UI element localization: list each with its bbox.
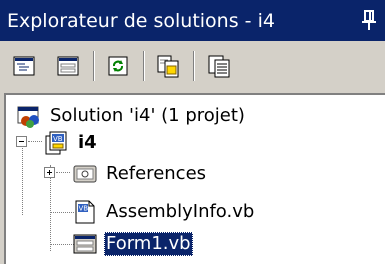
expand-expander[interactable]: [44, 167, 55, 178]
view-code-button[interactable]: [8, 51, 40, 81]
tree-line: [50, 212, 74, 213]
refresh-button[interactable]: [102, 51, 134, 81]
vb-project-icon: VB: [44, 130, 70, 156]
pushpin-icon[interactable]: [359, 8, 379, 32]
tree-line: [50, 244, 74, 245]
tree-node-assemblyinfo[interactable]: VB AssemblyInfo.vb: [72, 197, 256, 227]
form-icon: [72, 231, 98, 257]
solution-tree: Solution 'i4' (1 projet) VB i4 Reference…: [4, 93, 385, 264]
tree-node-references[interactable]: References: [72, 159, 208, 189]
view-designer-icon: [57, 56, 79, 76]
assemblyinfo-label: AssemblyInfo.vb: [106, 201, 255, 222]
tree-line: [56, 172, 70, 173]
solution-label: Solution 'i4' (1 projet): [50, 105, 245, 126]
toolbar-separator: [143, 51, 145, 81]
svg-text:VB: VB: [53, 135, 63, 143]
toolbar-separator: [93, 51, 95, 81]
toolbar-separator: [193, 51, 195, 81]
refresh-icon: [107, 55, 129, 77]
solution-explorer-panel: Explorateur de solutions - i4 Solution '…: [0, 0, 385, 264]
tree-line: [22, 141, 23, 215]
collapse-expander[interactable]: [16, 136, 27, 147]
tree-node-solution[interactable]: Solution 'i4' (1 projet): [16, 101, 247, 131]
view-designer-button[interactable]: [52, 51, 84, 81]
properties-icon: [207, 54, 231, 78]
svg-text:VB: VB: [79, 205, 89, 213]
tree-node-form1[interactable]: Form1.vb: [72, 229, 193, 259]
tree-line: [28, 141, 42, 142]
form1-label: Form1.vb: [104, 232, 193, 256]
view-code-icon: [13, 56, 35, 76]
vb-file-icon: VB: [72, 199, 98, 225]
toolbar: [0, 41, 385, 91]
solution-icon: [16, 103, 42, 129]
show-all-files-icon: [156, 54, 180, 78]
title-bar[interactable]: Explorateur de solutions - i4: [0, 0, 385, 41]
references-label: References: [106, 163, 207, 184]
properties-button[interactable]: [203, 51, 235, 81]
project-label: i4: [78, 132, 97, 153]
references-icon: [72, 161, 98, 187]
panel-title: Explorateur de solutions - i4: [7, 10, 275, 32]
show-all-files-button[interactable]: [152, 51, 184, 81]
tree-node-project[interactable]: VB i4: [44, 128, 99, 158]
